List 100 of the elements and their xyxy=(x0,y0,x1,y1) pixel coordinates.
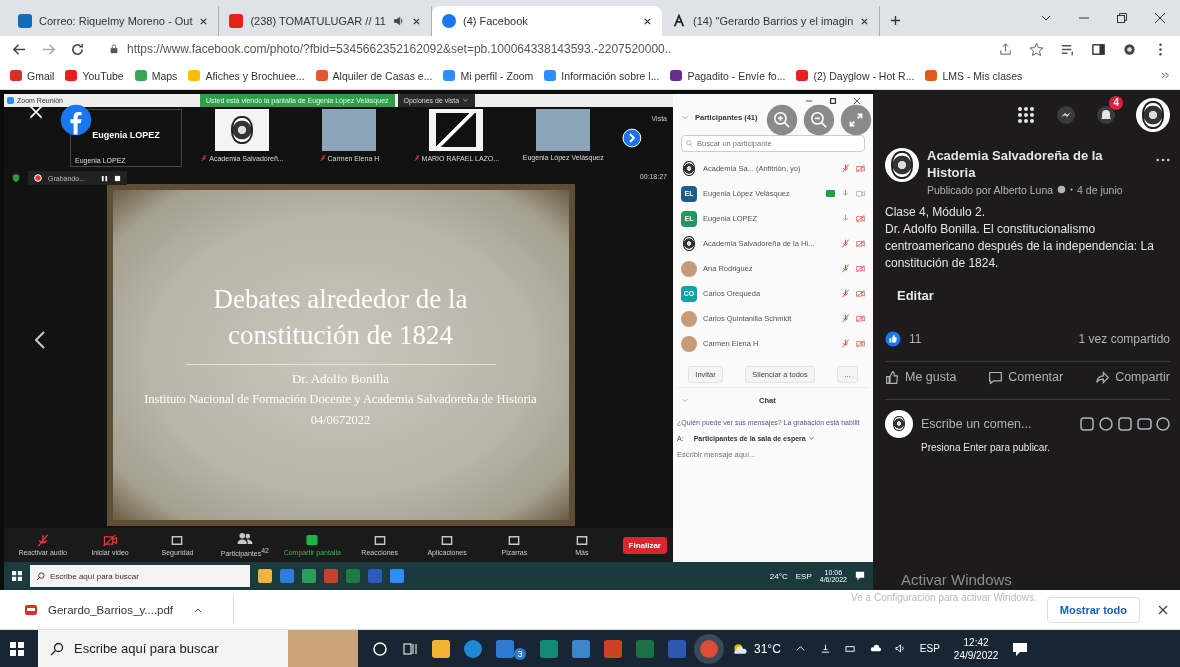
close-icon[interactable] xyxy=(411,16,421,26)
star-icon[interactable] xyxy=(1029,41,1044,57)
bell-icon[interactable] xyxy=(1096,105,1116,125)
muted-mic-icon[interactable] xyxy=(841,264,850,273)
mic-icon[interactable] xyxy=(841,189,850,198)
file-name: Gerardo_Barrios_y....pdf xyxy=(48,603,174,616)
temperature-reading[interactable]: 31°C xyxy=(754,641,781,656)
bookmark-link[interactable]: Pagadito - Envíe fo... xyxy=(687,69,786,82)
edit-link[interactable]: Editar xyxy=(885,287,934,303)
site-icon xyxy=(443,70,456,81)
zoom-in-icon[interactable] xyxy=(766,104,798,136)
menu-grid-icon[interactable] xyxy=(1016,105,1036,125)
notification-icon[interactable] xyxy=(855,571,865,581)
muted-mic-icon[interactable] xyxy=(841,164,850,173)
bookmark-link[interactable]: Gmail xyxy=(27,69,55,82)
comment-tools-icon[interactable] xyxy=(1080,416,1170,431)
post-date[interactable]: 4 de junio xyxy=(1077,183,1123,196)
address-field[interactable]: https://www.facebook.com/photo/?fbid=5345662352162092&set=pb.100064338143593.-2207520000.. xyxy=(127,42,672,56)
bookmark-link[interactable]: YouTube xyxy=(82,69,124,82)
pause-icon[interactable] xyxy=(100,174,108,182)
more-bookmarks-icon[interactable] xyxy=(1161,71,1170,80)
language-indicator[interactable]: ESP xyxy=(795,571,812,581)
site-icon xyxy=(796,70,809,81)
windows-icon[interactable] xyxy=(12,571,22,581)
volume-icon[interactable] xyxy=(894,643,906,654)
close-icon[interactable] xyxy=(642,16,652,26)
video-off-icon[interactable] xyxy=(856,264,865,273)
facebook-logo-icon[interactable] xyxy=(60,104,92,136)
post-text: Dr. Adolfo Bonilla. El constitucionalismo centroamericano después de la independencia: La constitución de 1824. xyxy=(885,220,1155,272)
profile-avatar[interactable] xyxy=(1136,98,1170,132)
end-meeting-button[interactable]: Finalizar xyxy=(622,536,667,554)
task-view-icon[interactable] xyxy=(402,640,418,657)
post-action-button[interactable]: Me gusta xyxy=(885,369,957,385)
bookmark-link[interactable]: Afiches y Brochuee... xyxy=(205,69,305,82)
mail-icon[interactable] xyxy=(496,639,514,658)
app-icon[interactable] xyxy=(636,639,654,658)
restore-icon[interactable] xyxy=(1116,12,1128,24)
bookmark-link[interactable]: LMS - Mis clases xyxy=(942,69,1023,82)
app-icon[interactable] xyxy=(540,639,558,658)
bookmark-link[interactable]: Información sobre l... xyxy=(561,69,660,82)
page-name[interactable]: Academia Salvadoreña de la Historia xyxy=(927,148,1148,182)
download-item[interactable]: Gerardo_Barrios_y....pdf xyxy=(24,595,235,624)
like-count[interactable]: 11 xyxy=(909,331,922,346)
language-indicator[interactable]: ESP xyxy=(919,643,940,654)
muted-mic-icon[interactable] xyxy=(841,239,850,248)
chevron-icon xyxy=(462,97,470,104)
show-all-button[interactable]: Mostrar todo xyxy=(1046,596,1140,623)
close-icon[interactable] xyxy=(860,16,870,26)
page-avatar[interactable] xyxy=(885,148,919,182)
bookmark-link[interactable]: Mi perfil - Zoom xyxy=(460,69,534,82)
video-off-icon[interactable] xyxy=(856,289,865,298)
restore-icon[interactable] xyxy=(829,97,837,105)
messenger-icon[interactable] xyxy=(1056,105,1076,125)
new-tab-icon[interactable] xyxy=(890,15,902,26)
muted-mic-icon[interactable] xyxy=(841,314,850,323)
post-action-button[interactable]: Compartir xyxy=(1095,369,1170,385)
muted-mic-icon[interactable] xyxy=(841,289,850,298)
taskbar-search-field[interactable]: Escribe aquí para buscar xyxy=(38,630,288,667)
close-icon[interactable] xyxy=(1158,604,1168,615)
post-action-button[interactable]: Comentar xyxy=(988,369,1064,385)
slide-title: Debates alrededor de la constitución de 1824 xyxy=(212,282,469,353)
muted-mic-icon[interactable] xyxy=(841,339,850,348)
bookmark-link[interactable]: Alquiler de Casas e... xyxy=(332,69,433,82)
video-off-icon[interactable] xyxy=(856,239,865,248)
weather-reading[interactable]: 24°C xyxy=(769,571,788,581)
app-icon[interactable] xyxy=(604,639,622,658)
sidebar-icon[interactable] xyxy=(1091,41,1106,57)
video-off-icon[interactable] xyxy=(856,314,865,323)
share-count[interactable]: 1 vez compartido xyxy=(1078,331,1170,346)
taskbar-clock[interactable]: 12:42 24/9/2022 xyxy=(953,635,999,662)
speaker-icon[interactable] xyxy=(392,15,405,27)
share-icon[interactable] xyxy=(998,41,1013,57)
next-icon[interactable] xyxy=(621,128,642,148)
taskbar-search-field[interactable]: Escribe aquí para buscar xyxy=(30,565,250,587)
more-icon[interactable] xyxy=(1156,158,1170,162)
store-icon[interactable] xyxy=(572,639,590,658)
cloud-icon[interactable] xyxy=(869,643,881,654)
bookmark-link[interactable]: (2) Dayglow - Hot R... xyxy=(813,69,915,82)
browser-tab[interactable]: (4) Facebook xyxy=(431,6,662,36)
battery-icon[interactable] xyxy=(844,643,856,654)
mic-icon[interactable] xyxy=(841,214,850,223)
video-off-icon[interactable] xyxy=(856,164,865,173)
close-icon[interactable] xyxy=(853,97,861,105)
reload-icon[interactable] xyxy=(70,41,85,57)
chevron-up-icon[interactable] xyxy=(794,643,806,654)
previous-icon[interactable] xyxy=(34,330,46,350)
browser-icon[interactable] xyxy=(464,639,482,658)
comment-field[interactable]: Escribe un comen... xyxy=(921,416,1045,431)
close-icon[interactable] xyxy=(1154,12,1166,24)
bookmark-link[interactable]: Maps xyxy=(151,69,178,82)
video-off-icon[interactable] xyxy=(856,214,865,223)
extension-icon[interactable] xyxy=(1122,41,1137,57)
pdf-icon xyxy=(24,602,38,617)
video-off-icon[interactable] xyxy=(856,339,865,348)
site-icon xyxy=(925,70,938,81)
close-icon[interactable] xyxy=(199,16,209,26)
cortana-icon[interactable] xyxy=(372,640,388,657)
folder-icon[interactable] xyxy=(432,639,450,658)
notification-icon[interactable] xyxy=(1012,640,1029,657)
windows-icon[interactable] xyxy=(10,641,24,656)
